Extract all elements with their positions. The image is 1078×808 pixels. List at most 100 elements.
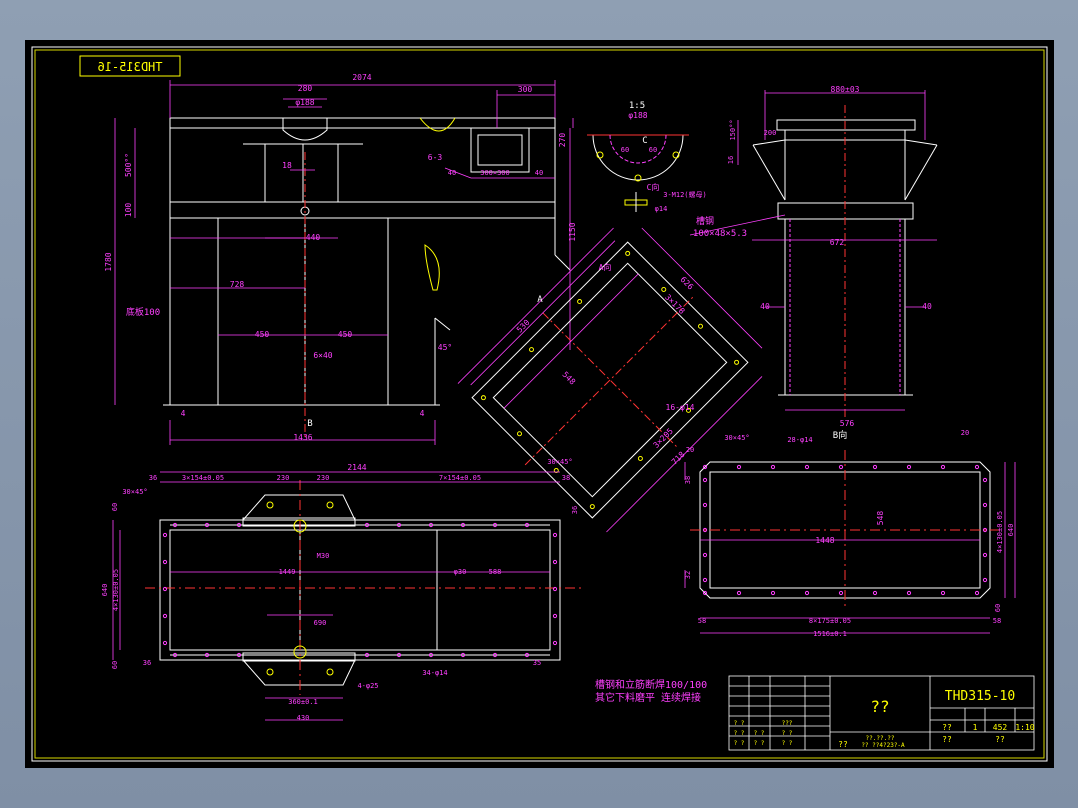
b-view-vert-pitch: 4×130±0.05	[996, 511, 1004, 553]
b-view-bottom-pitch: 8×175±0.05	[809, 617, 851, 625]
b-view-bolt-hole	[838, 590, 844, 596]
angled-dim-3x178: 3×178	[663, 293, 687, 317]
port-w-b: 40	[535, 169, 543, 177]
front-view	[163, 117, 571, 406]
b-view-bolt-hole	[702, 577, 708, 583]
b-view-bolt-hole	[702, 477, 708, 483]
b-view-bolt-hole	[906, 590, 912, 596]
dim-bottom-length: 1436	[293, 433, 312, 442]
dim-height-1780: 1780	[104, 252, 113, 271]
b-view-left-32: 32	[684, 571, 692, 579]
b-view-bot-58-l: 58	[698, 617, 706, 625]
b-view-bolt-hole	[906, 464, 912, 470]
angled-label-a: A向	[599, 262, 612, 272]
plan-bolt-holes-label: 34-φ14	[422, 669, 447, 677]
side-top-width: 880±03	[831, 85, 860, 94]
title-weight: 452	[993, 723, 1008, 732]
port-w-a: 40	[448, 169, 456, 177]
title-name: ??	[870, 697, 889, 716]
dim-right-edge: 4	[420, 409, 425, 418]
section-inner-arc	[609, 134, 667, 164]
inner-frame	[34, 49, 1045, 759]
angled-dim-548: 548	[560, 370, 577, 387]
title-std-1: ??	[838, 740, 848, 749]
dim-thickness: 6×40	[313, 351, 332, 360]
b-view-bottom-total: 1516±0.1	[813, 630, 847, 638]
cad-viewport[interactable]: THD315-16 2074 280 φ188 300 270 500°° 10…	[25, 40, 1054, 768]
b-view-bolt-hole	[770, 590, 776, 596]
section-arc	[592, 134, 684, 181]
section-angle-a: 60	[621, 146, 629, 154]
dim-height-500: 500°°	[124, 153, 133, 177]
b-view-bolt-hole	[982, 552, 988, 558]
mirrored-tag: THD315-16	[97, 60, 162, 74]
drawing-canvas: THD315-16 2074 280 φ188 300 270 500°° 10…	[31, 46, 1048, 762]
note-line-2: 其它下料磨平 连续焊接	[595, 691, 701, 704]
plan-dim-690: 690	[314, 619, 327, 627]
b-view-holes: 28-φ14	[787, 436, 812, 444]
plan-chamfer-tl: 30×45°	[122, 488, 147, 496]
side-dim-150: 150°°	[729, 119, 737, 140]
angled-dim-718: 718	[670, 450, 687, 467]
b-view-bolt-hole	[940, 464, 946, 470]
note-line-1: 槽钢和立筋断焊100/100	[595, 678, 707, 691]
title-q6: ? ?	[782, 730, 793, 737]
dim-half-a: 450	[255, 330, 270, 339]
b-view-bolt-hole	[982, 577, 988, 583]
b-view-bolt-hole	[872, 590, 878, 596]
angled-holes: 16-φ14	[666, 403, 695, 412]
side-left-40: 40	[760, 302, 770, 311]
plan-hole-br	[326, 668, 334, 676]
b-view-bolt-hole	[702, 502, 708, 508]
plan-bolt-hole	[162, 640, 168, 646]
title-q2: ? ?	[734, 730, 745, 737]
title-q4: ? ?	[754, 730, 765, 737]
title-std-3: ?? ??4?23?-A	[861, 742, 905, 749]
plan-mid-b: 230	[317, 474, 330, 482]
plan-edge-38: 38	[562, 474, 570, 482]
section-title: 1:5	[629, 101, 645, 111]
b-view-dim-20: 20	[961, 429, 969, 437]
b-view-right-60: 60	[994, 604, 1002, 612]
plan-view	[159, 494, 561, 686]
plan-chamfer-tr: 30×45°	[547, 458, 572, 466]
b-view-left-38: 38	[684, 476, 692, 484]
title-drawing-no: THD315-10	[945, 689, 1015, 704]
port-holes: 6-3	[428, 153, 443, 162]
side-view-b-label: B向	[833, 429, 847, 441]
section-c-view: C向	[647, 182, 660, 192]
angled-view	[457, 227, 763, 533]
b-view-bolt-hole	[702, 552, 708, 558]
front-mid-flange	[169, 201, 556, 219]
dim-top-dia: φ188	[295, 98, 314, 107]
plan-dims	[112, 471, 560, 721]
dim-angle: 45°	[438, 343, 452, 352]
plan-hole-tr	[326, 501, 334, 509]
b-view-bot-58-r: 58	[993, 617, 1001, 625]
title-cell-77: ??	[995, 735, 1005, 744]
section-angle-b: 60	[649, 146, 657, 154]
section-bolt-label: 3-M12(螺母)	[663, 190, 707, 199]
b-view-bolt-hole	[974, 464, 980, 470]
side-right-40: 40	[922, 302, 932, 311]
plan-bolt-hole	[162, 559, 168, 565]
angled-marker-a: A	[537, 295, 543, 305]
plan-edge-60-bot: 60	[111, 661, 119, 669]
plan-bolt-hole	[162, 613, 168, 619]
b-view-bolt-hole	[804, 590, 810, 596]
port-size: 300×300	[480, 169, 510, 177]
dim-hole-spacing: 440	[306, 233, 321, 242]
b-view-bolt-hole	[982, 502, 988, 508]
dim-opening: 300	[518, 85, 533, 94]
title-scale: 1:10	[1015, 723, 1034, 732]
plan-bolt-hole	[552, 532, 558, 538]
section-dia: φ188	[628, 111, 647, 120]
plan-bolt-hole	[552, 613, 558, 619]
plan-dim-360: 360±0.1	[288, 698, 318, 706]
b-view-bolt-hole	[940, 590, 946, 596]
b-view-dims	[684, 462, 1016, 634]
section-dia-small: φ14	[655, 205, 668, 213]
title-q5: ???	[782, 720, 793, 727]
b-view-bolt-hole	[974, 590, 980, 596]
dim-height-100: 100	[124, 203, 133, 218]
